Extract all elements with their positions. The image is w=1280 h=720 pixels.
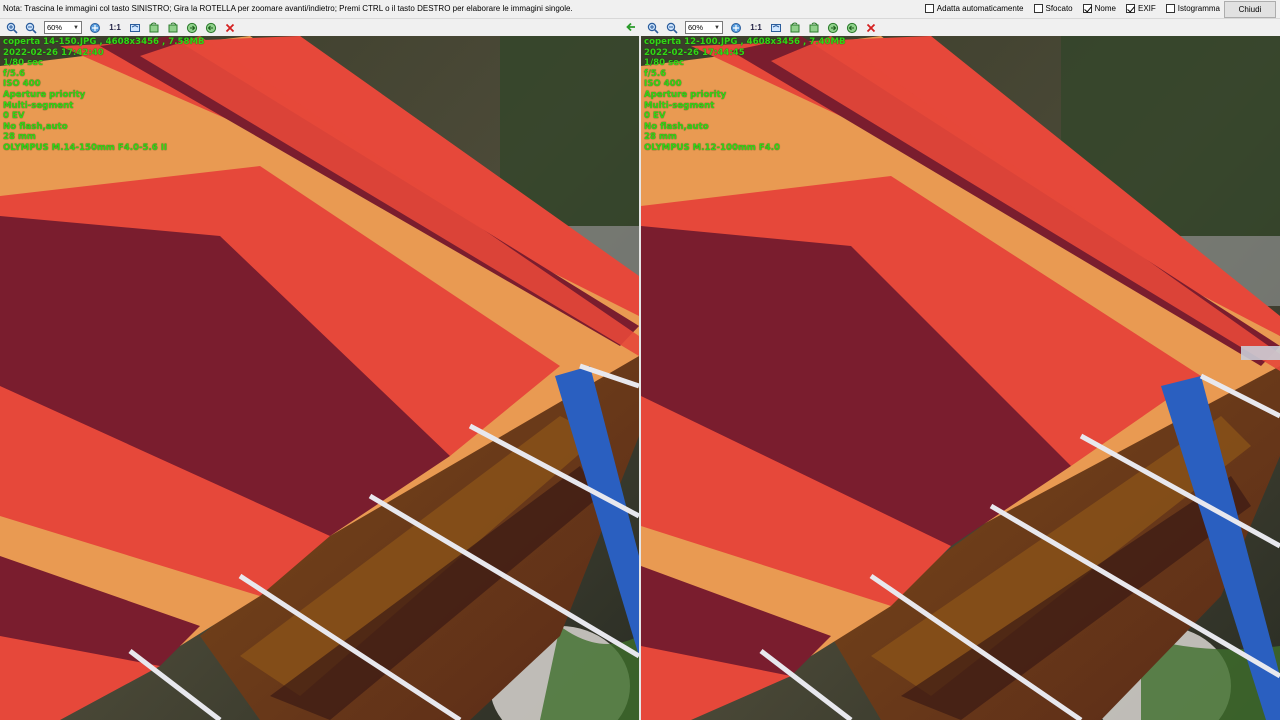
exif-line: Multi-segment: [3, 100, 74, 111]
one-to-one-button[interactable]: 1:1: [747, 20, 765, 35]
exif-line: 1/80 sec: [644, 58, 685, 69]
blur-checkbox[interactable]: [1033, 4, 1043, 13]
prev-icon[interactable]: [844, 20, 860, 35]
exif-line: f/5.6: [3, 68, 26, 79]
exif-line: f/5.6: [644, 68, 667, 79]
right-exif-overlay: coperta 12-100.JPG , 4608x3456 , 7.40MB …: [644, 37, 846, 154]
option-auto-fit[interactable]: Adatta automaticamente: [924, 4, 1024, 13]
exif-line: No flash,auto: [3, 121, 68, 132]
exif-line: Aperture priority: [3, 89, 86, 100]
auto-fit-checkbox[interactable]: [924, 4, 934, 13]
prev-icon[interactable]: [203, 20, 219, 35]
option-histogram[interactable]: Istogramma: [1165, 4, 1220, 13]
rotate-right-icon[interactable]: [806, 20, 822, 35]
fit-icon[interactable]: [127, 20, 143, 35]
close-button[interactable]: Chiudi: [1224, 1, 1276, 18]
exif-line: 28 mm: [3, 132, 36, 143]
option-exif[interactable]: EXIF: [1125, 4, 1156, 13]
exif-line: Multi-segment: [644, 100, 715, 111]
left-exif-overlay: coperta 14-150.JPG , 4608x3456 , 7.58MB …: [3, 37, 205, 154]
one-to-one-button[interactable]: 1:1: [106, 20, 124, 35]
close-image-icon[interactable]: [863, 20, 879, 35]
next-icon[interactable]: [184, 20, 200, 35]
exif-checkbox[interactable]: [1125, 4, 1135, 13]
rotate-left-icon[interactable]: [787, 20, 803, 35]
back-arrow-icon[interactable]: [624, 20, 638, 34]
exif-line: coperta 14-150.JPG , 4608x3456 , 7.58MB: [3, 37, 205, 47]
close-image-icon[interactable]: [222, 20, 238, 35]
exif-line: 2022-02-26 17:42:40: [3, 47, 104, 58]
exif-line: Aperture priority: [644, 89, 727, 100]
zoom-in-icon[interactable]: [4, 20, 20, 35]
exif-line: OLYMPUS M.14-150mm F4.0-5.6 II: [3, 142, 168, 153]
left-toolbar: 60% ▼ 1:1: [0, 19, 639, 36]
rotate-left-icon[interactable]: [146, 20, 162, 35]
zoom-in-icon[interactable]: [645, 20, 661, 35]
exif-line: ISO 400: [644, 79, 682, 90]
option-name[interactable]: Nome: [1082, 4, 1116, 13]
exif-line: OLYMPUS M.12-100mm F4.0: [644, 142, 780, 153]
exif-line: 0 EV: [3, 111, 25, 122]
exif-line: 0 EV: [644, 111, 666, 122]
exif-line: 2022-02-26 17:44:45: [644, 47, 745, 58]
exif-line: coperta 12-100.JPG , 4608x3456 , 7.40MB: [644, 37, 846, 47]
chevron-down-icon: ▼: [73, 24, 79, 31]
instruction-note: Nota: Trascina le immagini col tasto SIN…: [3, 4, 573, 13]
zoom-out-icon[interactable]: [23, 20, 39, 35]
right-toolbar: 60% ▼ 1:1: [641, 19, 1280, 36]
zoom-out-icon[interactable]: [664, 20, 680, 35]
exif-line: ISO 400: [3, 79, 41, 90]
view-options: Adatta automaticamente Sfocato Nome EXIF…: [924, 4, 1220, 13]
option-blur[interactable]: Sfocato: [1033, 4, 1073, 13]
chevron-down-icon: ▼: [714, 24, 720, 31]
fit-icon[interactable]: [768, 20, 784, 35]
left-image-panel[interactable]: coperta 14-150.JPG , 4608x3456 , 7.58MB …: [0, 36, 639, 720]
exif-line: 28 mm: [644, 132, 677, 143]
top-bar: Nota: Trascina le immagini col tasto SIN…: [0, 0, 1280, 19]
next-icon[interactable]: [825, 20, 841, 35]
exif-line: No flash,auto: [644, 121, 709, 132]
rotate-right-icon[interactable]: [165, 20, 181, 35]
pan-icon[interactable]: [728, 20, 744, 35]
name-checkbox[interactable]: [1082, 4, 1092, 13]
exif-line: 1/80 sec: [3, 58, 44, 69]
zoom-select[interactable]: 60% ▼: [44, 21, 82, 34]
zoom-select[interactable]: 60% ▼: [685, 21, 723, 34]
pan-icon[interactable]: [87, 20, 103, 35]
histogram-checkbox[interactable]: [1165, 4, 1175, 13]
right-image-panel[interactable]: coperta 12-100.JPG , 4608x3456 , 7.40MB …: [641, 36, 1280, 720]
